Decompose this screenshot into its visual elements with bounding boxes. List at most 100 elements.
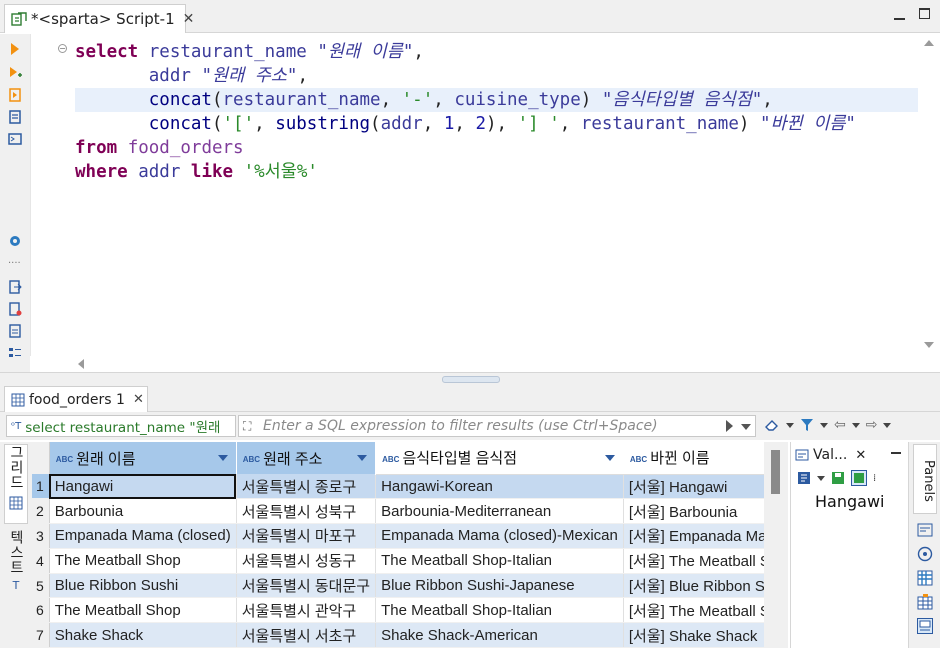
panel-splitter[interactable] — [0, 372, 940, 386]
table-cell[interactable]: Hangawi — [49, 474, 237, 500]
table-cell[interactable]: Barbounia-Mediterranean — [375, 498, 624, 525]
code-line[interactable]: where addr like '%서울%' — [75, 160, 919, 184]
settings-gear-icon[interactable] — [8, 234, 22, 248]
scroll-left-icon[interactable] — [78, 359, 84, 369]
close-icon[interactable]: ✕ — [855, 448, 866, 463]
table-cell[interactable]: Blue Ribbon Sushi — [49, 573, 237, 599]
table-row[interactable]: 1 Hangawi 서울특별시 종로구 Hangawi-Korean [서울] Hang… — [32, 474, 764, 500]
fold-toggle-icon[interactable]: − — [58, 44, 67, 53]
panels-toggle-button[interactable]: Panels — [913, 444, 937, 514]
code-line[interactable]: from food_orders — [75, 136, 919, 160]
table-cell[interactable]: Shake Shack-American — [375, 622, 624, 648]
tab-value[interactable]: Val... ✕ — [795, 444, 885, 466]
table-cell[interactable]: 서울특별시 종로구 — [236, 474, 377, 500]
sql-editor[interactable]: − select restaurant_name "원래 이름", addr "… — [30, 34, 919, 356]
more-options-icon[interactable]: ⁞ — [873, 473, 876, 484]
close-icon[interactable]: ✕ — [133, 392, 144, 407]
table-cell[interactable]: The Meatball Shop-Italian — [375, 548, 624, 574]
table-cell[interactable]: Blue Ribbon Sushi-Japanese — [375, 573, 624, 599]
panel-metadata-icon[interactable] — [917, 546, 933, 562]
forward-arrow-icon[interactable]: ⇨ — [866, 417, 878, 433]
table-row[interactable]: 5 Blue Ribbon Sushi 서울특별시 동대문구 Blue Ribbon … — [32, 573, 764, 599]
table-row[interactable]: 7 Shake Shack 서울특별시 서초구 Shake Shack-America… — [32, 622, 764, 648]
table-cell[interactable]: Empanada Mama (closed) — [49, 523, 237, 549]
filter-history-icon[interactable] — [741, 424, 751, 430]
code-line[interactable]: concat(restaurant_name, '-', cuisine_typ… — [75, 88, 919, 112]
column-header[interactable]: ABC 원래 주소 — [236, 442, 377, 474]
table-cell[interactable]: Barbounia — [49, 498, 237, 525]
eraser-icon[interactable] — [764, 418, 780, 432]
viewer-menu-icon[interactable] — [817, 475, 825, 481]
query-text-box[interactable]: ᵒT select restaurant_name "원래 — [6, 415, 236, 437]
table-row[interactable]: 3 Empanada Mama (closed) 서울특별시 마포구 Empanada… — [32, 523, 764, 549]
row-number[interactable]: 3 — [32, 523, 50, 549]
panel-grouping-icon[interactable] — [917, 570, 933, 586]
editor-vertical-scrollbar[interactable] — [918, 34, 940, 356]
filter-menu-icon[interactable] — [820, 422, 828, 428]
scroll-up-icon[interactable] — [924, 40, 934, 46]
eraser-menu-icon[interactable] — [786, 422, 794, 428]
table-cell[interactable]: The Meatball Shop — [49, 548, 237, 574]
row-number[interactable]: 5 — [32, 573, 50, 599]
table-cell[interactable]: Empanada Mama (closed)-Mexican — [375, 523, 624, 549]
expand-icon[interactable]: ⛶ — [243, 419, 251, 434]
table-cell[interactable]: Hangawi-Korean — [375, 474, 624, 500]
table-cell[interactable]: [서울] Shake Shack — [623, 622, 764, 648]
tab-grid[interactable]: 그리드 — [4, 444, 28, 524]
tab-text[interactable]: 텍스트 T — [4, 530, 28, 602]
code-line[interactable]: select restaurant_name "원래 이름", — [75, 40, 919, 64]
execute-new-tab-icon[interactable] — [8, 66, 22, 80]
auto-apply-icon[interactable] — [851, 470, 867, 486]
table-row[interactable]: 6 The Meatball Shop 서울특별시 관악구 The Meatball … — [32, 597, 764, 624]
tab-food-orders-1[interactable]: food_orders 1 ✕ — [4, 386, 148, 412]
content-viewer-icon[interactable] — [797, 471, 811, 485]
table-cell[interactable]: [서울] Barbounia — [623, 498, 764, 525]
script-new-tabs-icon[interactable] — [8, 110, 22, 124]
tab-script-1[interactable]: *<sparta> Script-1 ✕ — [4, 4, 194, 33]
load-script-icon[interactable] — [8, 302, 22, 316]
sort-icon[interactable] — [604, 455, 615, 461]
table-cell[interactable]: 서울특별시 관악구 — [236, 597, 377, 624]
filter-icon[interactable] — [800, 418, 814, 432]
grid-vertical-scrollbar[interactable] — [764, 442, 788, 648]
forward-menu-icon[interactable] — [883, 422, 892, 428]
panel-value-icon[interactable] — [917, 522, 933, 538]
table-cell[interactable]: 서울특별시 마포구 — [236, 523, 377, 549]
export-icon[interactable] — [8, 280, 22, 294]
minimize-icon[interactable] — [894, 8, 905, 20]
table-cell[interactable]: [서울] Hangawi — [623, 474, 764, 500]
row-number[interactable]: 6 — [32, 597, 50, 624]
maximize-icon[interactable] — [919, 8, 930, 19]
panel-calc-icon[interactable] — [917, 594, 933, 610]
column-header[interactable]: ABC 원래 이름 — [49, 442, 237, 474]
outline-icon[interactable] — [8, 346, 22, 360]
column-header[interactable]: ABC 바뀐 이름 — [623, 442, 764, 475]
table-cell[interactable]: Shake Shack — [49, 622, 237, 648]
filter-input[interactable]: ⛶ Enter a SQL expression to filter resul… — [238, 415, 756, 437]
panel-references-icon[interactable] — [917, 618, 933, 634]
row-number[interactable]: 2 — [32, 498, 50, 525]
row-number[interactable]: 4 — [32, 548, 50, 574]
sql-code[interactable]: select restaurant_name "원래 이름", addr "원래… — [75, 40, 919, 184]
back-arrow-icon[interactable]: ⇦ — [834, 417, 846, 433]
table-row[interactable]: 4 The Meatball Shop 서울특별시 성동구 The Meatball … — [32, 548, 764, 574]
sort-icon[interactable] — [217, 455, 228, 461]
minimize-icon[interactable] — [891, 452, 901, 454]
table-cell[interactable]: 서울특별시 동대문구 — [236, 573, 377, 599]
row-number[interactable]: 7 — [32, 622, 50, 648]
table-cell[interactable]: The Meatball Shop-Italian — [375, 597, 624, 624]
table-cell[interactable]: [서울] Blue Ribbon Sushi — [623, 573, 764, 599]
table-cell[interactable]: 서울특별시 성동구 — [236, 548, 377, 574]
table-cell[interactable]: [서울] The Meatball Shop — [623, 548, 764, 574]
back-menu-icon[interactable] — [851, 422, 860, 428]
execute-script-icon[interactable] — [8, 88, 22, 102]
explain-plan-icon[interactable] — [8, 132, 22, 146]
results-grid[interactable]: ABC 원래 이름 ABC 원래 주소 ABC 음식타입별 음식점 ABC 바뀐 이름 … — [32, 442, 764, 648]
code-line[interactable]: concat('[', substring(addr, 1, 2), '] ',… — [75, 112, 919, 136]
value-text[interactable]: Hangawi — [815, 492, 909, 511]
splitter-grip[interactable] — [442, 376, 500, 383]
table-cell[interactable]: [서울] The Meatball Shop — [623, 597, 764, 624]
table-cell[interactable]: 서울특별시 서초구 — [236, 622, 377, 648]
scrollbar-thumb[interactable] — [771, 450, 780, 494]
row-number[interactable]: 1 — [32, 474, 50, 500]
